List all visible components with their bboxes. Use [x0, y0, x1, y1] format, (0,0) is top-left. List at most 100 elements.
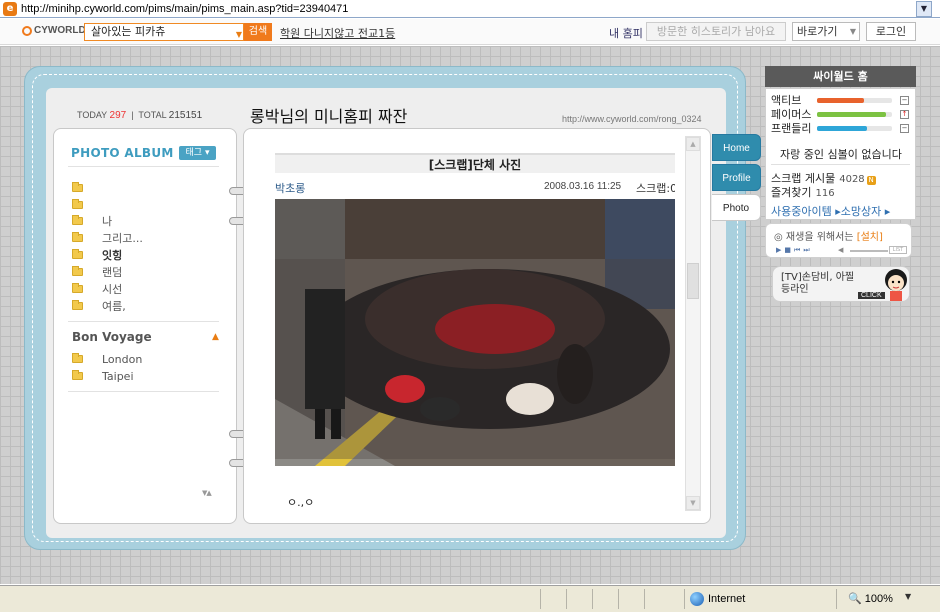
- folder-icon: [72, 232, 83, 242]
- cyworld-logo-icon: [22, 25, 32, 36]
- cyworld-logo[interactable]: CYWORLD: [22, 25, 86, 36]
- folder-icon: [72, 215, 83, 225]
- minimi-avatar-icon: [885, 269, 907, 301]
- zoom-level[interactable]: 🔍 100%: [848, 592, 893, 605]
- tab-home[interactable]: Home: [712, 134, 761, 161]
- folder-item[interactable]: 그리고...: [72, 230, 222, 246]
- folder-item[interactable]: 잇힝: [72, 247, 222, 263]
- shortcut-select[interactable]: 바로가기 ▼: [792, 22, 860, 41]
- player-controls: ▶■⏮⏭: [776, 246, 813, 255]
- stat-bar: [817, 111, 892, 117]
- status-cell: [566, 589, 567, 609]
- search-button[interactable]: 검색: [244, 23, 272, 41]
- my-home-link[interactable]: 내 홈피: [609, 25, 643, 41]
- folder-icon: [72, 199, 83, 209]
- tab-photo[interactable]: Photo: [712, 194, 761, 221]
- no-symbol-text: 자랑 중인 심볼이 없습니다: [780, 148, 902, 161]
- chevron-down-icon: ▾: [204, 148, 210, 158]
- cyworld-home-header[interactable]: 싸이월드 홈: [765, 66, 916, 87]
- stat-toggle-icon[interactable]: −: [900, 95, 909, 105]
- folder-label: 잇힝: [102, 249, 123, 262]
- folder-icon: [72, 353, 83, 363]
- stat-label: 프랜들리: [771, 122, 812, 135]
- bgm-player: ◎ 재생을 위해서는 [설치] ▶■⏮⏭ ◀ LIST: [765, 223, 912, 258]
- folder-item[interactable]: [72, 180, 222, 196]
- double-chevron-icon[interactable]: ▼▲: [202, 489, 212, 497]
- tag-button-label: 태그: [185, 148, 203, 158]
- post-author[interactable]: 박초롱: [275, 180, 305, 196]
- folder-icon: [72, 283, 83, 293]
- stat-toggle-icon[interactable]: ↑: [900, 109, 909, 119]
- scrap-count: 4028: [839, 174, 865, 185]
- divider: [68, 391, 219, 392]
- playlist-button[interactable]: LIST: [889, 246, 907, 254]
- prev-icon[interactable]: ⏮: [794, 246, 803, 254]
- shortcut-select-value: 바로가기: [797, 25, 838, 38]
- folder-label: 랜덤: [102, 266, 123, 279]
- folder-icon: [72, 182, 83, 192]
- hot-keyword-link[interactable]: 학원 다니지않고 전교1등: [280, 25, 395, 41]
- minihome-url[interactable]: http://www.cyworld.com/rong_0324: [562, 114, 702, 124]
- favorites-count[interactable]: 즐겨찾기 116: [771, 184, 835, 200]
- folder-icon: [72, 370, 83, 380]
- folder-item[interactable]: 여름,: [72, 298, 222, 314]
- post-title: [스크랩]단체 사진: [275, 153, 675, 173]
- folder-item[interactable]: 랜덤: [72, 264, 222, 280]
- visitor-counter: TODAY 297 | TOTAL 215151: [77, 110, 203, 121]
- folder-item[interactable]: 시선: [72, 281, 222, 297]
- search-select[interactable]: 살아있는 피카츄 ▼: [84, 23, 244, 41]
- items-links: 사용중아이템 ▸소망상자 ▸: [771, 203, 890, 219]
- news-ticker[interactable]: [TV]손담비, 아찔 등라인 CLICK: [772, 266, 910, 302]
- status-cell: [836, 589, 837, 609]
- speaker-icon: ◎: [774, 232, 783, 243]
- history-button[interactable]: 방문한 히스토리가 남아요: [646, 22, 786, 41]
- scroll-thumb[interactable]: [687, 263, 699, 299]
- status-cell: [644, 589, 645, 609]
- stat-bar-fill: [817, 111, 886, 117]
- folder-item[interactable]: London: [72, 351, 222, 367]
- folder-item[interactable]: [72, 197, 222, 213]
- group-photo[interactable]: [275, 199, 675, 466]
- chevron-down-icon[interactable]: ▼: [905, 592, 911, 601]
- folder-label: London: [102, 352, 143, 366]
- login-button[interactable]: 로그인: [866, 22, 916, 41]
- status-cell: [540, 589, 541, 609]
- next-icon[interactable]: ⏭: [803, 246, 812, 254]
- ie-page-icon: e: [3, 1, 17, 16]
- folder-item[interactable]: Taipei: [72, 368, 222, 384]
- folder-icon: [72, 266, 83, 276]
- wish-box-link[interactable]: 소망상자 ▸: [841, 205, 891, 218]
- stop-icon[interactable]: ■: [784, 246, 794, 254]
- scroll-down-icon[interactable]: ▼: [686, 496, 700, 510]
- post-scrap-count[interactable]: 스크랩:0: [636, 180, 675, 196]
- post-scrollbar[interactable]: ▲ ▼: [685, 136, 701, 511]
- tab-profile[interactable]: Profile: [712, 164, 761, 191]
- browser-address-bar: e http://minihp.cyworld.com/pims/main/pi…: [0, 0, 940, 18]
- install-link[interactable]: [설치]: [857, 232, 883, 243]
- tag-button[interactable]: 태그 ▾: [179, 146, 216, 160]
- used-items-link[interactable]: 사용중아이템 ▸: [771, 205, 841, 218]
- globe-icon: [690, 592, 704, 606]
- security-zone: Internet: [690, 592, 745, 606]
- scroll-up-icon[interactable]: ▲: [686, 137, 700, 151]
- browser-status-bar: Internet 🔍 100% ▼: [0, 585, 940, 612]
- stat-row: 액티브 −: [771, 93, 911, 107]
- folder-group-title[interactable]: Bon Voyage: [72, 330, 152, 344]
- fav-count: 116: [815, 188, 835, 199]
- today-label: TODAY: [77, 110, 108, 120]
- folder-label: 시선: [102, 283, 123, 296]
- new-badge: N: [866, 176, 876, 185]
- volume-icon[interactable]: ◀: [838, 246, 843, 254]
- zoom-value: 100%: [864, 593, 893, 605]
- stat-row: 페이머스 ↑: [771, 107, 911, 121]
- minihome-title: 롱박님의 미니홈피 짜잔: [250, 107, 408, 126]
- player-message: ◎ 재생을 위해서는 [설치]: [774, 228, 883, 243]
- folder-item[interactable]: 나: [72, 213, 222, 229]
- volume-slider[interactable]: [850, 250, 888, 252]
- folder-label: 여름,: [102, 300, 126, 313]
- stat-toggle-icon[interactable]: −: [900, 123, 909, 133]
- address-dropdown-icon[interactable]: ▼: [916, 1, 932, 17]
- chevron-up-icon[interactable]: ▲: [212, 332, 219, 342]
- address-url[interactable]: http://minihp.cyworld.com/pims/main/pims…: [21, 3, 348, 15]
- player-message-text: 재생을 위해서는: [785, 232, 854, 243]
